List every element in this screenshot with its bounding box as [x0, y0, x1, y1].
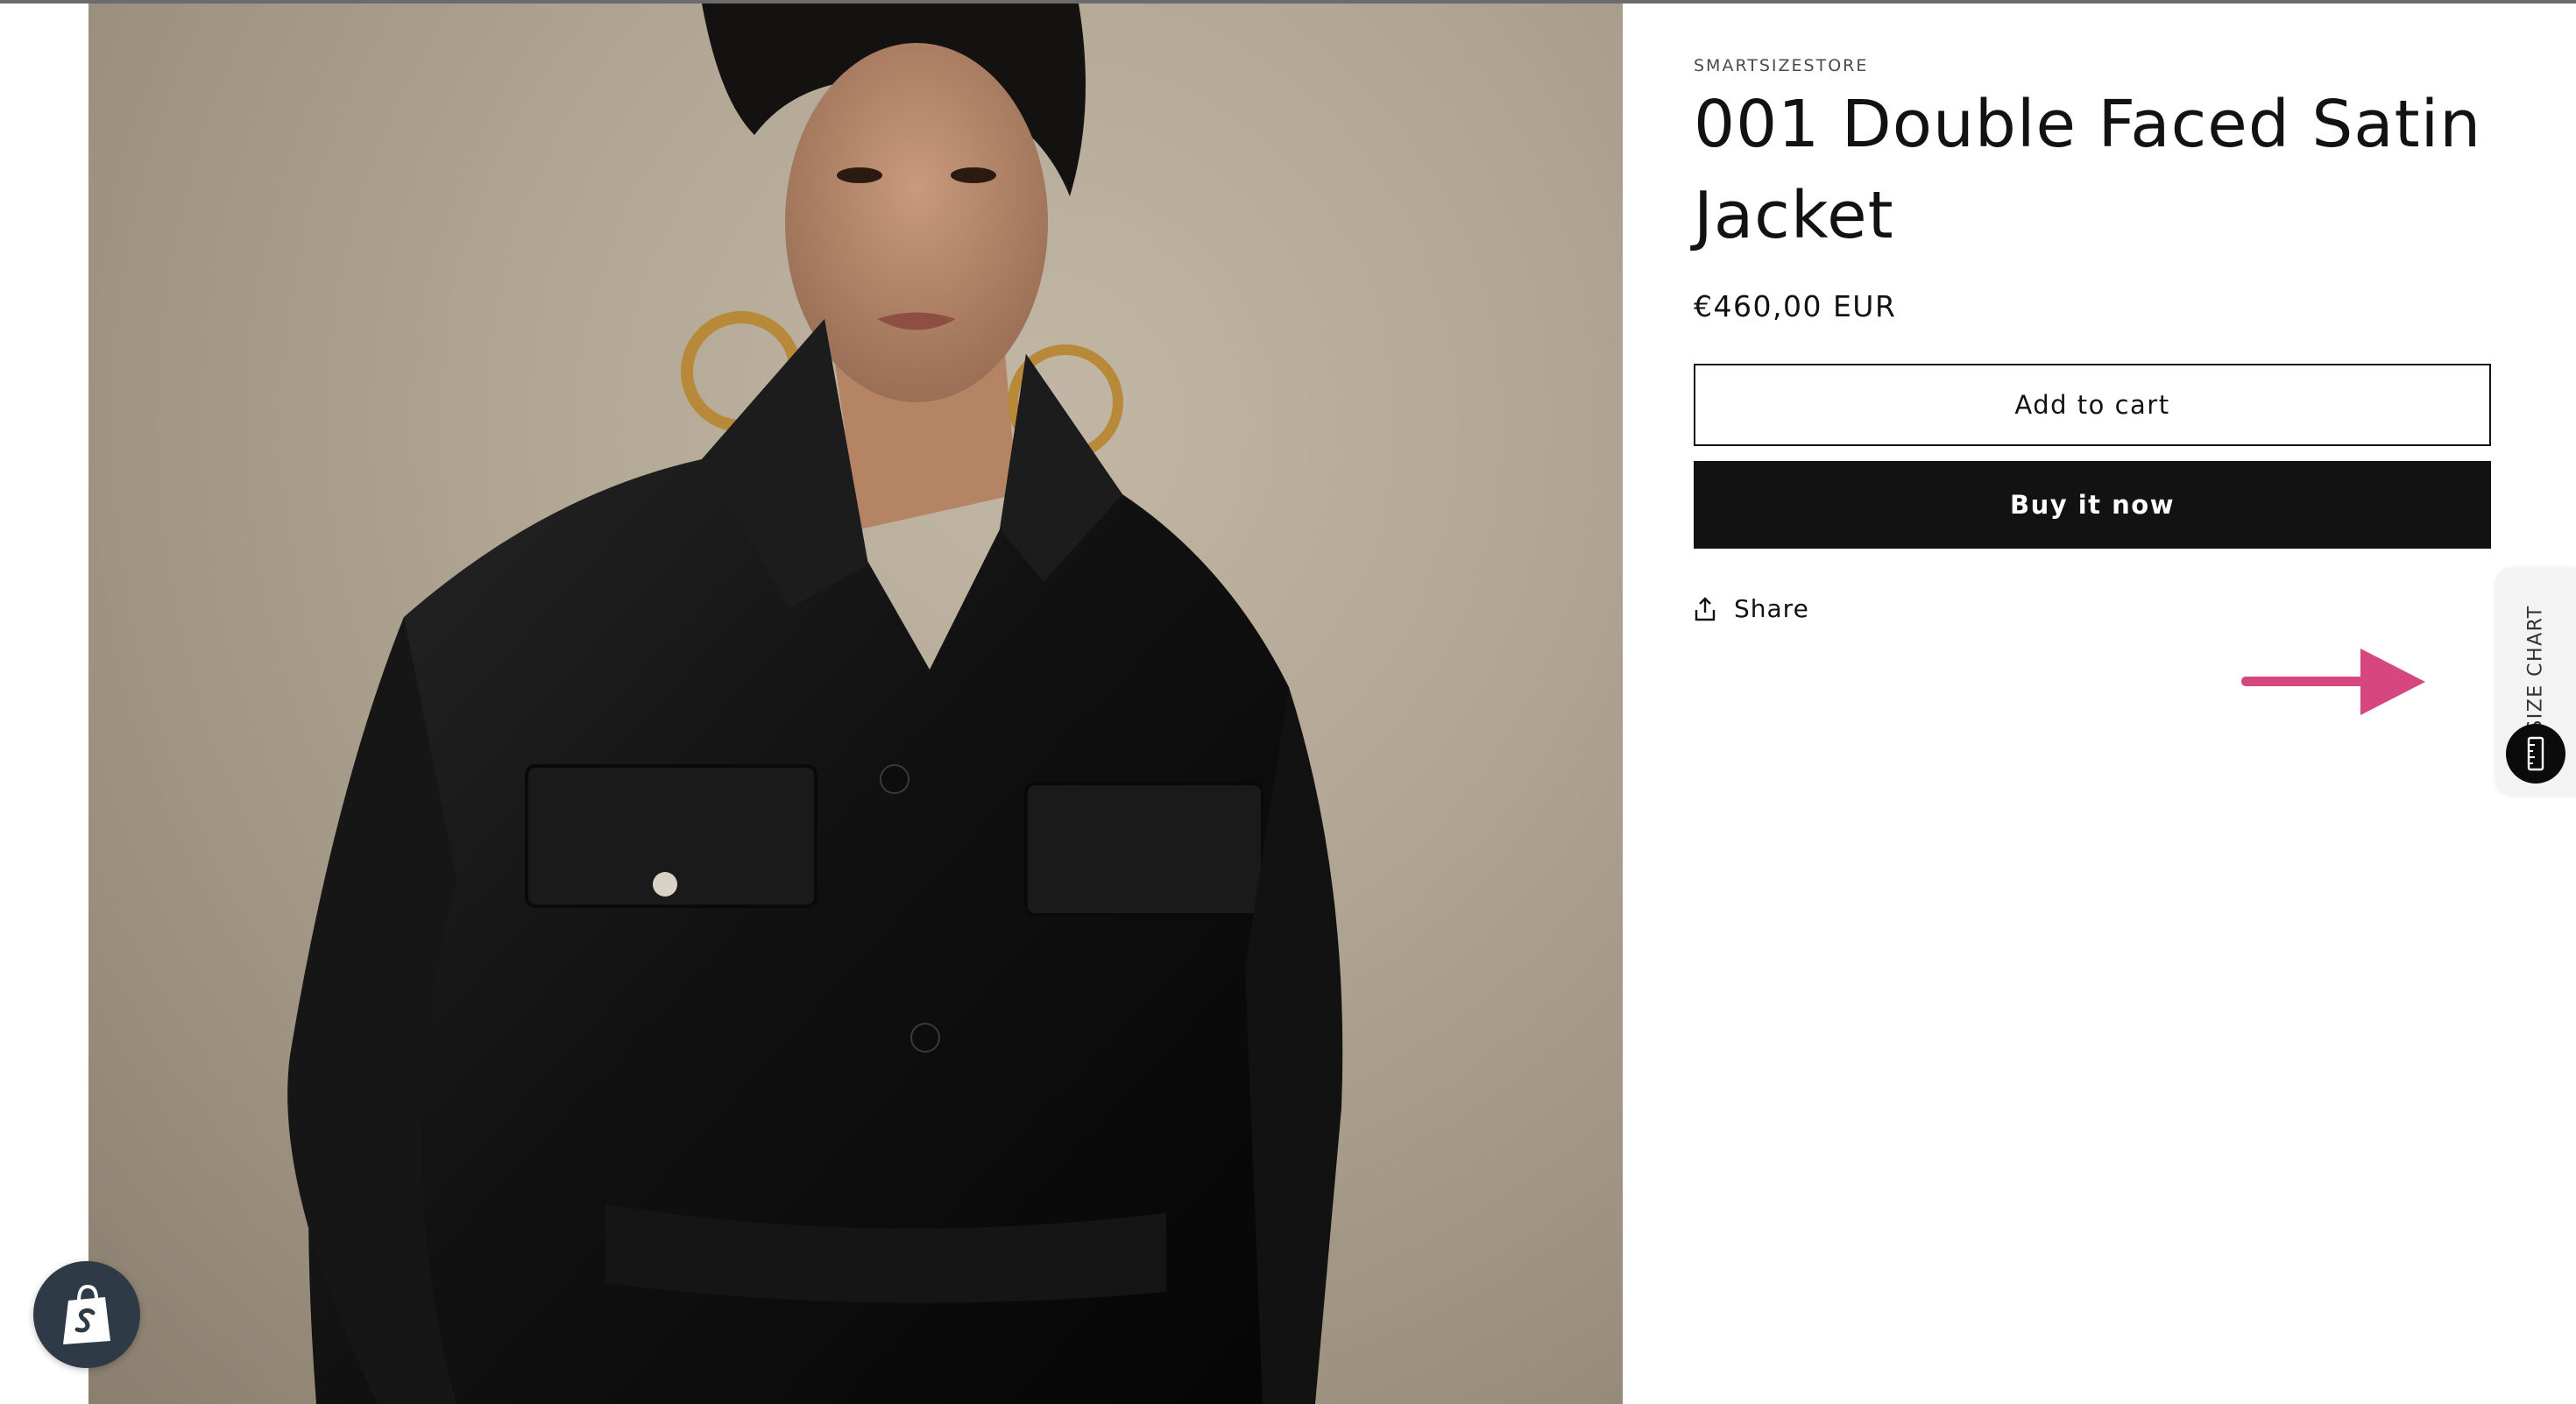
size-chart-tab[interactable]: SIZE CHART — [2495, 568, 2576, 796]
shopify-bag-icon[interactable] — [33, 1261, 140, 1368]
arrow-right-icon — [2241, 647, 2425, 720]
buy-it-now-button[interactable]: Buy it now — [1694, 461, 2491, 549]
size-chart-label: SIZE CHART — [2524, 605, 2547, 733]
product-photo — [287, 4, 1343, 1404]
add-to-cart-button[interactable]: Add to cart — [1694, 364, 2491, 446]
share-button[interactable]: Share — [1694, 594, 1825, 623]
share-icon — [1694, 596, 1716, 621]
share-label: Share — [1734, 594, 1809, 623]
add-to-cart-label: Add to cart — [2014, 390, 2170, 420]
product-image[interactable] — [88, 4, 1623, 1404]
product-title: 001 Double Faced Satin Jacket — [1694, 87, 2482, 253]
product-price: €460,00 EUR — [1694, 289, 1897, 323]
product-info: SMARTSIZESTORE 001 Double Faced Satin Ja… — [1694, 53, 2491, 623]
product-vendor: SMARTSIZESTORE — [1694, 56, 1869, 75]
buy-it-now-label: Buy it now — [2009, 490, 2175, 520]
ruler-icon — [2506, 724, 2565, 784]
